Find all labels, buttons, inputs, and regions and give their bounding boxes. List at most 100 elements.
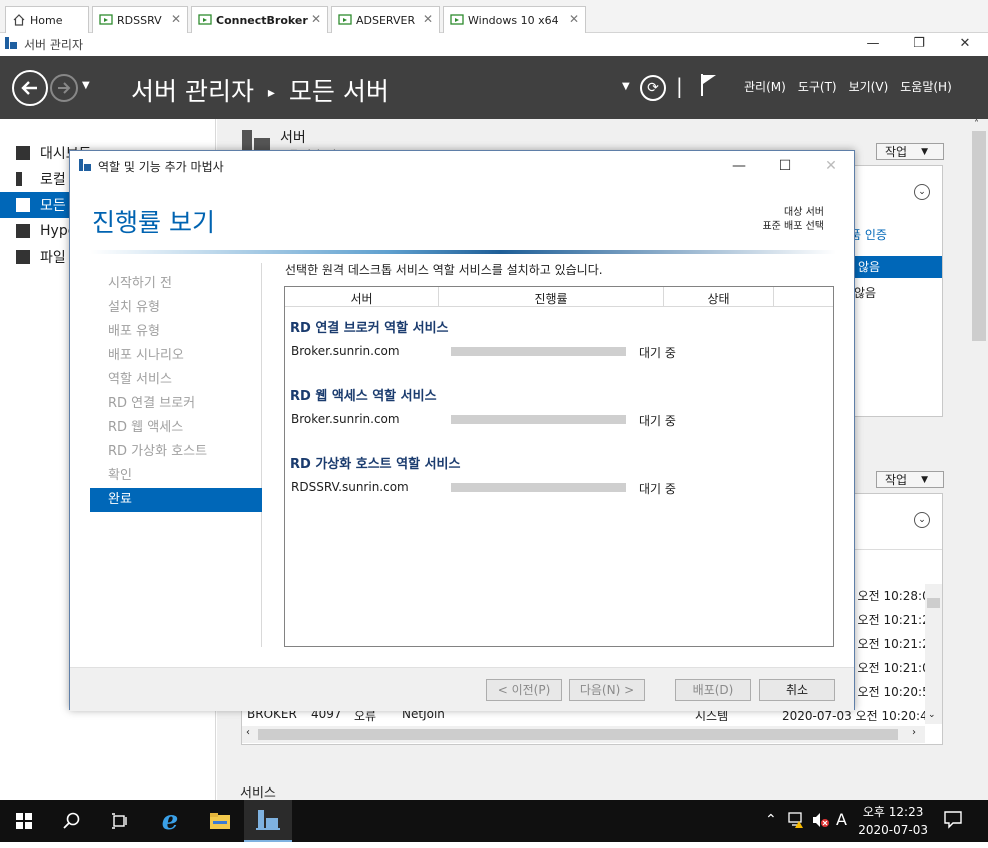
- volume-muted-icon[interactable]: [812, 812, 830, 831]
- group-title: RD 가상화 호스트 역할 서비스: [290, 457, 461, 472]
- notifications-flag-icon[interactable]: [700, 72, 718, 99]
- vm-icon: [198, 13, 212, 27]
- next-button[interactable]: 다음(N) >: [569, 679, 645, 701]
- previous-button[interactable]: < 이전(P): [486, 679, 562, 701]
- dialog-footer: < 이전(P) 다음(N) > 배포(D) 취소: [70, 667, 854, 711]
- deploy-button[interactable]: 배포(D): [675, 679, 751, 701]
- main-vscroll[interactable]: ˄: [970, 119, 988, 800]
- menu-view[interactable]: 보기(V): [849, 78, 889, 95]
- step-rd-connection-broker: RD 연결 브로커: [108, 396, 196, 411]
- step-role-services: 역할 서비스: [108, 372, 172, 387]
- server-manager-icon: [78, 158, 92, 175]
- close-button[interactable]: ✕: [942, 33, 988, 55]
- step-install-type: 설치 유형: [108, 300, 160, 315]
- breadcrumb-root[interactable]: 서버 관리자: [131, 77, 254, 106]
- table-header: 서버 진행률 상태: [285, 287, 833, 307]
- menu-tools[interactable]: 도구(T): [798, 78, 837, 95]
- tab-label: RDSSRV: [117, 13, 162, 27]
- server-manager-taskbar-button[interactable]: [244, 800, 292, 842]
- step-deployment-scenario: 배포 시나리오: [108, 348, 184, 363]
- events-vscroll[interactable]: ⌄: [925, 584, 942, 724]
- hyperv-icon: [16, 224, 30, 238]
- events-hscroll[interactable]: ‹ ›: [242, 726, 925, 743]
- tab-label: Windows 10 x64: [468, 13, 559, 27]
- close-icon[interactable]: ✕: [171, 12, 181, 26]
- wizard-steps: 시작하기 전 설치 유형 배포 유형 배포 시나리오 역할 서비스 RD 연결 …: [90, 263, 262, 647]
- menu-help[interactable]: 도움말(H): [900, 78, 952, 95]
- notification-center-icon[interactable]: [944, 811, 962, 832]
- chevron-down-icon[interactable]: ⌄: [928, 710, 936, 720]
- tab-rdssrv[interactable]: RDSSRV ✕: [92, 6, 188, 33]
- step-before-you-begin: 시작하기 전: [108, 276, 172, 291]
- forward-button[interactable]: [50, 74, 78, 102]
- server-name: Broker.sunrin.com: [291, 344, 400, 358]
- minimize-button[interactable]: —: [716, 151, 762, 181]
- back-button[interactable]: [12, 70, 48, 106]
- internet-explorer-button[interactable]: e: [146, 800, 194, 842]
- scroll-thumb[interactable]: [972, 131, 986, 341]
- chevron-down-icon: ▼: [921, 474, 929, 485]
- breadcrumb-separator: ▸: [267, 85, 275, 101]
- refresh-icon[interactable]: ⟳: [640, 75, 666, 101]
- search-button[interactable]: [48, 800, 96, 842]
- step-rd-web-access: RD 웹 액세스: [108, 420, 184, 435]
- file-explorer-button[interactable]: [196, 800, 244, 842]
- target-label: 대상 서버: [784, 207, 824, 218]
- step-confirmation: 확인: [108, 468, 132, 483]
- expand-icon[interactable]: ⌄: [914, 512, 930, 528]
- task-view-icon: [112, 813, 127, 829]
- arrow-left-icon: [21, 81, 37, 95]
- chevron-left-icon[interactable]: ‹: [246, 727, 250, 738]
- row-fragment: 않음: [854, 286, 877, 300]
- scroll-thumb[interactable]: [258, 729, 898, 740]
- close-icon[interactable]: ✕: [311, 12, 321, 26]
- chevron-right-icon[interactable]: ›: [912, 727, 916, 738]
- target-server: 대상 서버 표준 배포 선택: [762, 206, 824, 234]
- page-title: 진행률 보기: [92, 208, 215, 237]
- ime-indicator[interactable]: A: [836, 810, 847, 829]
- chevron-down-icon: ▼: [921, 146, 929, 157]
- start-button[interactable]: [0, 800, 48, 842]
- close-icon[interactable]: ✕: [423, 12, 433, 26]
- cancel-button[interactable]: 취소: [759, 679, 835, 701]
- window-title: 서버 관리자: [24, 38, 84, 52]
- task-view-button[interactable]: [96, 800, 144, 842]
- taskbar: e ⌃ A 오후 12:23 2020-07-03: [0, 800, 988, 842]
- selected-row-fragment[interactable]: 않음: [852, 256, 942, 278]
- clock[interactable]: 오후 12:23 2020-07-03: [858, 803, 928, 839]
- close-button[interactable]: ✕: [808, 151, 854, 181]
- arrow-right-icon: [58, 82, 71, 94]
- chevron-up-icon[interactable]: ˄: [974, 119, 979, 130]
- column-header-server[interactable]: 서버: [285, 290, 438, 307]
- tab-connectbroker[interactable]: ConnectBroker ✕: [191, 6, 328, 33]
- history-dropdown-icon[interactable]: ▼: [82, 80, 90, 91]
- maximize-button[interactable]: ☐: [762, 151, 808, 181]
- close-icon[interactable]: ✕: [569, 12, 579, 26]
- tab-windows10[interactable]: Windows 10 x64 ✕: [443, 6, 586, 33]
- minimize-button[interactable]: —: [850, 33, 896, 55]
- scroll-thumb[interactable]: [927, 598, 940, 608]
- tasks-label: 작업: [885, 473, 908, 487]
- row-text: 않음: [858, 260, 881, 274]
- window-titlebar: 서버 관리자 — ❐ ✕: [0, 33, 988, 56]
- progress-table: 서버 진행률 상태 RD 연결 브로커 역할 서비스 Broker.sunrin…: [284, 286, 834, 647]
- windows-icon: [16, 813, 32, 829]
- tab-home[interactable]: Home: [5, 6, 89, 33]
- chevron-up-icon[interactable]: ⌃: [765, 812, 777, 828]
- dropdown-icon[interactable]: ▼: [622, 81, 630, 92]
- menu-manage[interactable]: 관리(M): [744, 78, 786, 95]
- tab-adserver[interactable]: ADSERVER ✕: [331, 6, 440, 33]
- restore-button[interactable]: ❐: [896, 33, 942, 55]
- column-header-status[interactable]: 상태: [664, 290, 773, 307]
- dialog-titlebar: 역할 및 기능 추가 마법사 — ☐ ✕: [70, 151, 854, 181]
- bottom-strip: [0, 842, 988, 848]
- internet-explorer-icon: e: [161, 806, 179, 836]
- tab-label: ADSERVER: [356, 13, 416, 27]
- network-warning-icon[interactable]: [788, 812, 806, 831]
- tasks-dropdown[interactable]: 작업 ▼: [876, 143, 944, 160]
- events-tasks-dropdown[interactable]: 작업 ▼: [876, 471, 944, 488]
- header-divider: |: [676, 74, 683, 98]
- vm-icon: [99, 13, 113, 27]
- expand-icon[interactable]: ⌄: [914, 184, 930, 200]
- column-header-progress[interactable]: 진행률: [439, 290, 663, 307]
